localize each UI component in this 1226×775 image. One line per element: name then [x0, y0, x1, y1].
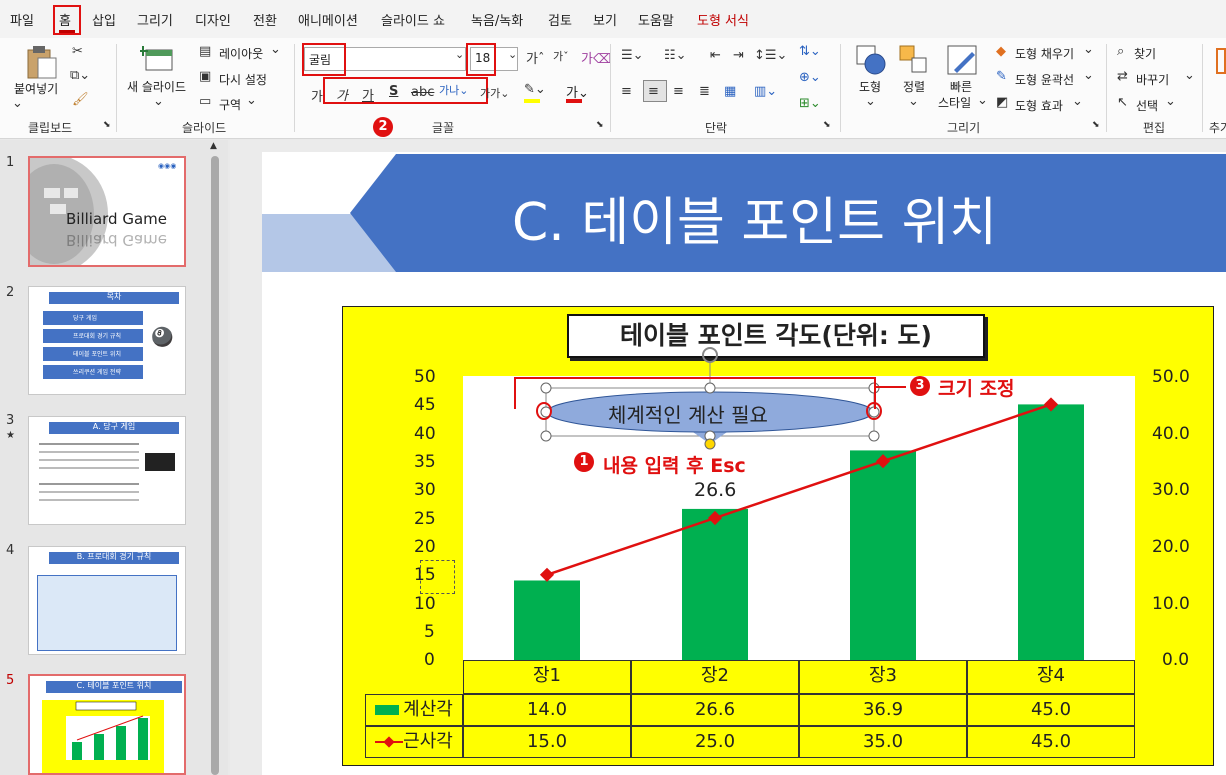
annotation-leader-line: [876, 386, 906, 388]
y-tick-label: 10: [414, 594, 436, 614]
resize-highlight: [514, 377, 876, 409]
y-tick-label: 25: [414, 509, 436, 529]
table-row-header: 계산각: [365, 694, 463, 726]
selected-tick-label-box[interactable]: [420, 560, 455, 594]
y-tick-label: 35: [414, 452, 436, 472]
legend-label: 계산각: [403, 699, 453, 720]
table-header-cell: 장3: [799, 660, 967, 694]
table-row-header: 근사각: [365, 726, 463, 758]
legend-swatch-bar: [375, 705, 400, 715]
bar-장1[interactable]: [514, 580, 580, 660]
step-3-text: 크기 조정: [938, 378, 1015, 400]
bar-장3[interactable]: [850, 450, 916, 660]
legend-label: 근사각: [403, 731, 453, 752]
y-tick-label: 45: [414, 395, 436, 415]
table-header-cell: 장2: [631, 660, 799, 694]
table-cell: 36.9: [799, 694, 967, 726]
step-1-badge: 1: [574, 452, 594, 472]
y-tick-label: 20: [414, 537, 436, 557]
y-tick-label: 30: [414, 480, 436, 500]
y2-tick-label: 50.0: [1152, 367, 1190, 387]
y2-tick-label: 10.0: [1152, 594, 1190, 614]
legend-swatch-line: [375, 736, 404, 748]
table-cell: 14.0: [463, 694, 631, 726]
table-cell: 45.0: [967, 694, 1135, 726]
step-1-text: 내용 입력 후 Esc: [603, 455, 746, 477]
table-cell: 35.0: [799, 726, 967, 758]
y-tick-label: 50: [414, 367, 436, 387]
y-tick-label: 40: [414, 424, 436, 444]
right-handle-highlight: [866, 402, 882, 420]
bar-장2[interactable]: [682, 508, 748, 660]
y2-tick-label: 20.0: [1152, 537, 1190, 557]
data-label[interactable]: 26.6: [694, 479, 736, 501]
table-cell: 15.0: [463, 726, 631, 758]
table-header-cell: 장4: [967, 660, 1135, 694]
bar-장4[interactable]: [1018, 404, 1084, 660]
y-tick-label: 5: [424, 622, 435, 642]
y2-tick-label: 0.0: [1162, 650, 1190, 670]
y2-tick-label: 30.0: [1152, 480, 1190, 500]
table-cell: 25.0: [631, 726, 799, 758]
table-cell: 45.0: [967, 726, 1135, 758]
y2-tick-label: 40.0: [1152, 424, 1190, 444]
y-tick-label: 0: [424, 650, 435, 670]
line-marker-장1[interactable]: [539, 567, 555, 582]
step-3-badge: 3: [910, 376, 930, 396]
left-handle-highlight: [536, 402, 552, 420]
table-header-cell: 장1: [463, 660, 631, 694]
table-cell: 26.6: [631, 694, 799, 726]
